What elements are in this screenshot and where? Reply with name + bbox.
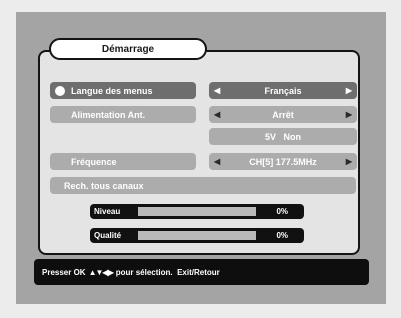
triangle-left-icon[interactable]: ◀	[214, 110, 220, 119]
menu-item-language[interactable]: Langue des menus	[50, 82, 196, 99]
signal-quality-percent: 0%	[276, 231, 288, 240]
menu-item-scan-all-channels[interactable]: Rech. tous canaux	[50, 177, 356, 194]
frequency-value: CH[5] 177.5MHz	[249, 156, 317, 167]
signal-quality-track	[138, 231, 256, 240]
antenna-power-value: Arrêt	[272, 109, 294, 120]
language-selector[interactable]: ◀ Français ▶	[209, 82, 357, 99]
antenna-voltage-status: 5V Non	[209, 128, 357, 145]
help-prefix: Presser OK	[42, 267, 86, 277]
menu-item-scan-all-channels-label: Rech. tous canaux	[64, 180, 144, 191]
menu-item-antenna-power[interactable]: Alimentation Ant.	[50, 106, 196, 123]
signal-level-meter: Niveau 0%	[90, 204, 304, 219]
signal-quality-label: Qualité	[94, 231, 122, 240]
menu-item-frequency-label: Fréquence	[71, 156, 117, 167]
language-value: Français	[264, 85, 302, 96]
signal-quality-meter: Qualité 0%	[90, 228, 304, 243]
menu-item-antenna-power-label: Alimentation Ant.	[71, 109, 146, 120]
menu-item-frequency[interactable]: Fréquence	[50, 153, 196, 170]
triangle-right-icon[interactable]: ▶	[346, 86, 352, 95]
triangle-right-icon[interactable]: ▶	[346, 157, 352, 166]
arrow-keys-icon: ▲▼◀▶	[88, 267, 114, 277]
signal-level-track	[138, 207, 256, 216]
help-bar: Presser OK ▲▼◀▶ pour sélection. Exit/Ret…	[34, 259, 369, 285]
frequency-selector[interactable]: ◀ CH[5] 177.5MHz ▶	[209, 153, 357, 170]
signal-level-percent: 0%	[276, 207, 288, 216]
triangle-right-icon[interactable]: ▶	[346, 110, 352, 119]
menu-title: Démarrage	[49, 38, 207, 60]
antenna-power-selector[interactable]: ◀ Arrêt ▶	[209, 106, 357, 123]
signal-level-label: Niveau	[94, 207, 121, 216]
triangle-left-icon[interactable]: ◀	[214, 86, 220, 95]
menu-item-language-label: Langue des menus	[71, 85, 153, 96]
bullet-icon	[55, 85, 65, 96]
triangle-left-icon[interactable]: ◀	[214, 157, 220, 166]
antenna-voltage-value: 5V Non	[264, 131, 301, 142]
help-suffix: pour sélection. Exit/Retour	[115, 267, 220, 277]
